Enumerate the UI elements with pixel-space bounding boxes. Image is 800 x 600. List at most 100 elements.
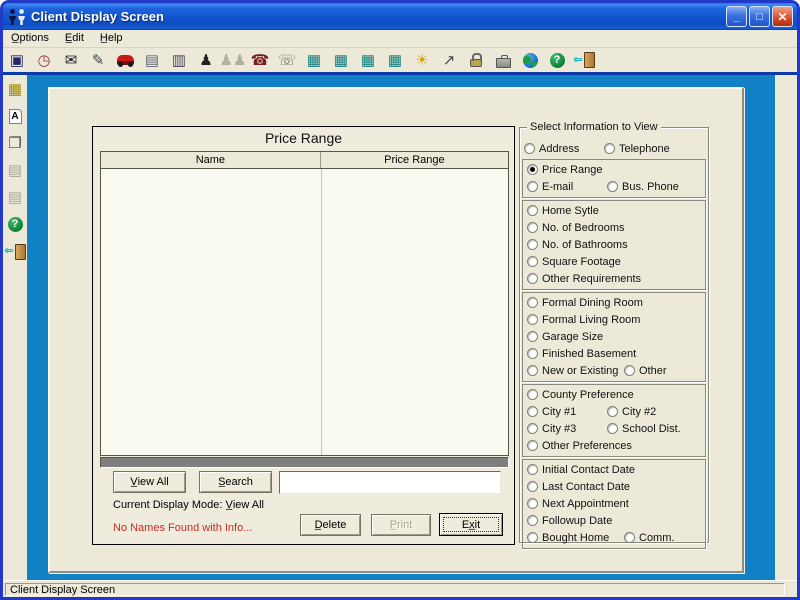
car-icon[interactable] (116, 51, 134, 70)
radio-label: City #2 (622, 406, 656, 418)
app-icon[interactable] (7, 8, 27, 26)
radio-bus-phone[interactable]: Bus. Phone (607, 181, 679, 193)
radio-label: Square Footage (542, 256, 621, 268)
radio-city-3[interactable]: City #3 (527, 423, 607, 435)
delete-button[interactable]: D̲elete (300, 514, 361, 536)
horizontal-scrollbar[interactable] (100, 457, 509, 468)
radio-formal-living[interactable]: Formal Living Room (527, 314, 640, 326)
radio-school-district[interactable]: School Dist. (607, 423, 681, 435)
archive-icon-4[interactable]: ▦ (386, 51, 404, 70)
clock-icon[interactable]: ◷ (35, 51, 53, 70)
client-grid: Name Price Range (100, 151, 509, 456)
briefcase-icon-shape (496, 58, 511, 68)
card-file-icon[interactable]: ▥ (170, 51, 188, 70)
radio-comm[interactable]: Comm. (624, 532, 674, 544)
archive-icon-1[interactable]: ▦ (305, 51, 323, 70)
grid-icon[interactable]: ▦ (6, 80, 24, 99)
exit-icon[interactable] (575, 51, 593, 70)
radio-circle (527, 498, 538, 509)
radio-label: Formal Dining Room (542, 297, 643, 309)
menu-options[interactable]: O̲ptions (3, 31, 57, 46)
help-icon[interactable]: ? (548, 51, 566, 70)
radio-bathrooms[interactable]: No. of Bathrooms (527, 239, 628, 251)
radio-label: Telephone (619, 143, 670, 155)
radio-other[interactable]: Other (624, 365, 667, 377)
minimize-button[interactable]: _ (726, 6, 747, 27)
globe-icon[interactable] (521, 51, 539, 70)
radio-square-footage[interactable]: Square Footage (527, 256, 621, 268)
radio-telephone[interactable]: Telephone (604, 143, 670, 155)
radio-new-or-existing[interactable]: New or Existing (527, 365, 624, 377)
exit-icon-shape (573, 52, 594, 68)
document-icon[interactable]: ▤ (143, 51, 161, 70)
mail-icon[interactable]: ✉ (62, 51, 80, 70)
radio-last-contact-date[interactable]: Last Contact Date (527, 481, 630, 493)
status-text: Client Display Screen (5, 583, 785, 596)
option-row: Bought Home Comm. (523, 529, 705, 546)
radio-bought-home[interactable]: Bought Home (527, 532, 624, 544)
radio-other-preferences[interactable]: Other Preferences (527, 440, 632, 452)
option-row: Other Preferences (523, 437, 705, 454)
radio-label: Bus. Phone (622, 181, 679, 193)
phone-outline-icon[interactable]: ☏ (278, 51, 296, 70)
search-input[interactable] (279, 471, 501, 494)
phone-icon[interactable]: ☎ (251, 51, 269, 70)
radio-city-1[interactable]: City #1 (527, 406, 607, 418)
radio-label: Next Appointment (542, 498, 629, 510)
radio-followup-date[interactable]: Followup Date (527, 515, 612, 527)
notepad-icon[interactable]: ✎ (89, 51, 107, 70)
menu-help[interactable]: H̲elp (92, 31, 131, 46)
radio-email[interactable]: E-mail (527, 181, 607, 193)
archive-icon-2[interactable]: ▦ (332, 51, 350, 70)
card-file-disabled-icon-1: ▤ (6, 161, 24, 180)
radio-finished-basement[interactable]: Finished Basement (527, 348, 636, 360)
radio-bedrooms[interactable]: No. of Bedrooms (527, 222, 625, 234)
search-button[interactable]: S̲earch (199, 471, 272, 493)
radio-circle (527, 406, 538, 417)
computer-icon[interactable]: ▣ (8, 51, 26, 70)
display-mode-label: Current Display Mode: V̲iew All (113, 499, 264, 511)
radio-circle (527, 297, 538, 308)
document-arrow-icon[interactable]: ↗ (440, 51, 458, 70)
form-background: Price Range Name Price Range V̲iew All S… (27, 75, 775, 580)
column-header-name[interactable]: Name (101, 152, 321, 168)
radio-circle (607, 406, 618, 417)
option-row: Square Footage (523, 253, 705, 270)
radio-county-preference[interactable]: County Preference (527, 389, 634, 401)
column-header-price-range[interactable]: Price Range (321, 152, 508, 168)
radio-other-requirements[interactable]: Other Requirements (527, 273, 641, 285)
lightbulb-icon[interactable]: ☀ (413, 51, 431, 70)
radio-address[interactable]: Address (524, 143, 604, 155)
exit-icon-side[interactable] (6, 242, 24, 261)
close-button[interactable]: ✕ (772, 6, 793, 27)
font-icon[interactable]: A (6, 107, 24, 126)
radio-next-appointment[interactable]: Next Appointment (527, 498, 629, 510)
paste-icon[interactable]: ❐ (6, 134, 24, 153)
option-row: Last Contact Date (523, 478, 705, 495)
view-all-button[interactable]: V̲iew All (113, 471, 186, 493)
main-panel: Price Range Name Price Range V̲iew All S… (48, 87, 744, 573)
radio-home-style[interactable]: Home Sytle (527, 205, 599, 217)
maximize-button[interactable]: □ (749, 6, 770, 27)
menu-edit[interactable]: E̲dit (57, 31, 92, 46)
radio-label: Garage Size (542, 331, 603, 343)
client-icon[interactable]: ♟ (197, 51, 215, 70)
globe-icon-shape (523, 53, 538, 68)
radio-circle (524, 143, 535, 154)
grid-body[interactable] (101, 169, 508, 455)
radio-circle (527, 365, 538, 376)
help-icon-side[interactable]: ? (6, 215, 24, 234)
radio-price-range[interactable]: Price Range (527, 164, 603, 176)
info-selection-group: Select Information to View Address Telep… (519, 127, 709, 543)
section-dates: Initial Contact Date Last Contact Date N… (522, 459, 706, 549)
radio-formal-dining[interactable]: Formal Dining Room (527, 297, 643, 309)
radio-initial-contact-date[interactable]: Initial Contact Date (527, 464, 635, 476)
radio-garage-size[interactable]: Garage Size (527, 331, 603, 343)
title-bar: Client Display Screen _ □ ✕ (3, 3, 797, 30)
archive-icon-3[interactable]: ▦ (359, 51, 377, 70)
briefcase-icon[interactable] (494, 51, 512, 70)
radio-city-2[interactable]: City #2 (607, 406, 656, 418)
lock-icon[interactable] (467, 51, 485, 70)
option-row: Finished Basement (523, 345, 705, 362)
exit-button[interactable]: Ex̲it (439, 513, 503, 536)
